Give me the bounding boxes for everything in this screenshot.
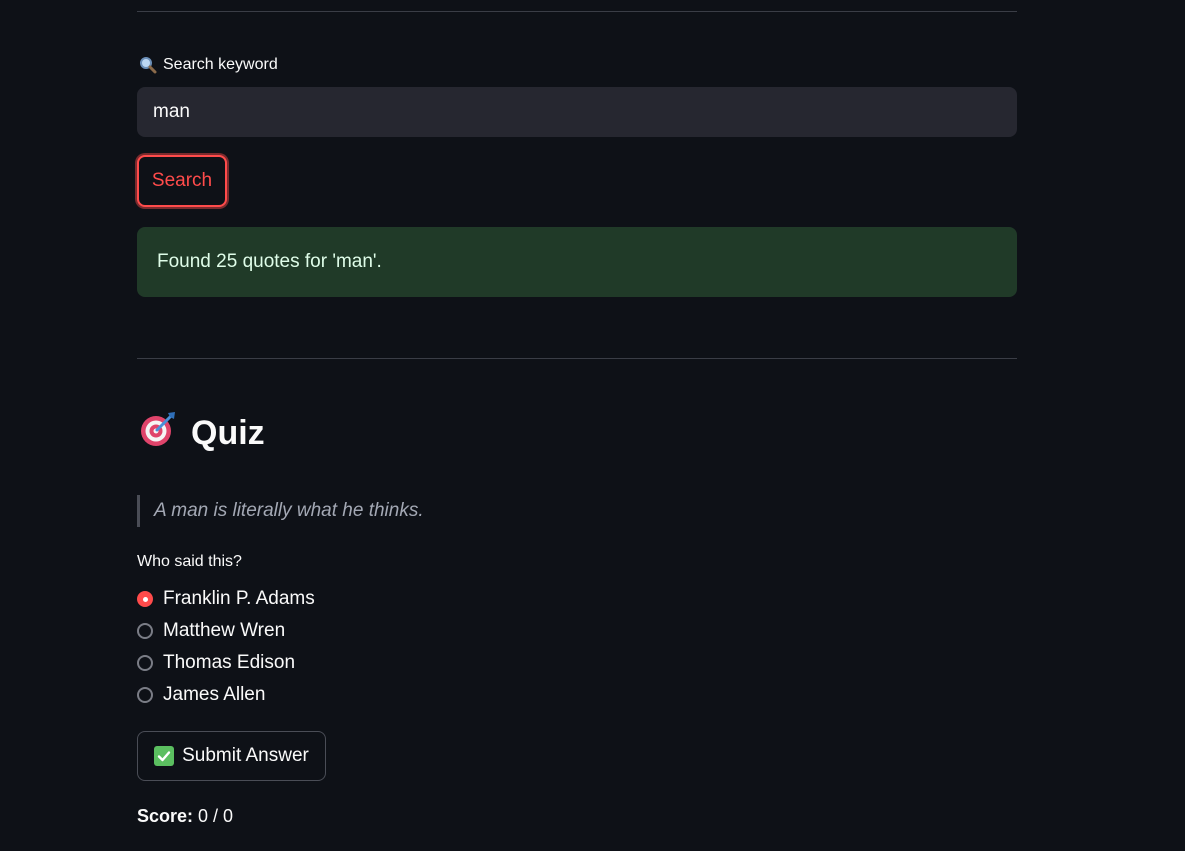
search-label: Search keyword (139, 56, 278, 74)
radio-unselected-icon[interactable] (137, 623, 153, 639)
quiz-title: Quiz (191, 414, 265, 452)
radio-label: James Allen (163, 684, 266, 705)
success-message: Found 25 quotes for 'man'. (157, 251, 382, 272)
submit-answer-label: Submit Answer (182, 745, 309, 766)
score-display: Score: 0 / 0 (137, 806, 233, 827)
section-divider (137, 358, 1017, 359)
quote-text: A man is literally what he thinks. (154, 500, 424, 521)
radio-option-franklin-p-adams[interactable]: Franklin P. Adams (137, 588, 315, 610)
radio-label: Matthew Wren (163, 620, 286, 641)
radio-option-matthew-wren[interactable]: Matthew Wren (137, 620, 285, 642)
question-label: Who said this? (137, 553, 242, 570)
radio-option-thomas-edison[interactable]: Thomas Edison (137, 652, 295, 674)
target-icon (139, 410, 177, 457)
radio-unselected-icon[interactable] (137, 687, 153, 703)
radio-label: Franklin P. Adams (163, 588, 315, 609)
quiz-heading: Quiz (139, 410, 265, 457)
search-label-text: Search keyword (163, 56, 278, 73)
submit-answer-button[interactable]: Submit Answer (137, 731, 326, 781)
radio-unselected-icon[interactable] (137, 655, 153, 671)
top-divider (137, 11, 1017, 12)
quiz-quote: A man is literally what he thinks. (137, 495, 424, 527)
check-mark-icon (154, 746, 175, 766)
page: Search keyword Search Found 25 quotes fo… (0, 0, 1185, 851)
score-value: 0 / 0 (198, 806, 234, 826)
score-label: Score: (137, 806, 194, 826)
search-input[interactable] (137, 87, 1017, 137)
magnifier-icon (139, 56, 157, 74)
radio-option-james-allen[interactable]: James Allen (137, 684, 265, 706)
radio-selected-icon[interactable] (137, 591, 153, 607)
search-button[interactable]: Search (137, 155, 227, 207)
success-alert: Found 25 quotes for 'man'. (137, 227, 1017, 297)
radio-label: Thomas Edison (163, 652, 296, 673)
